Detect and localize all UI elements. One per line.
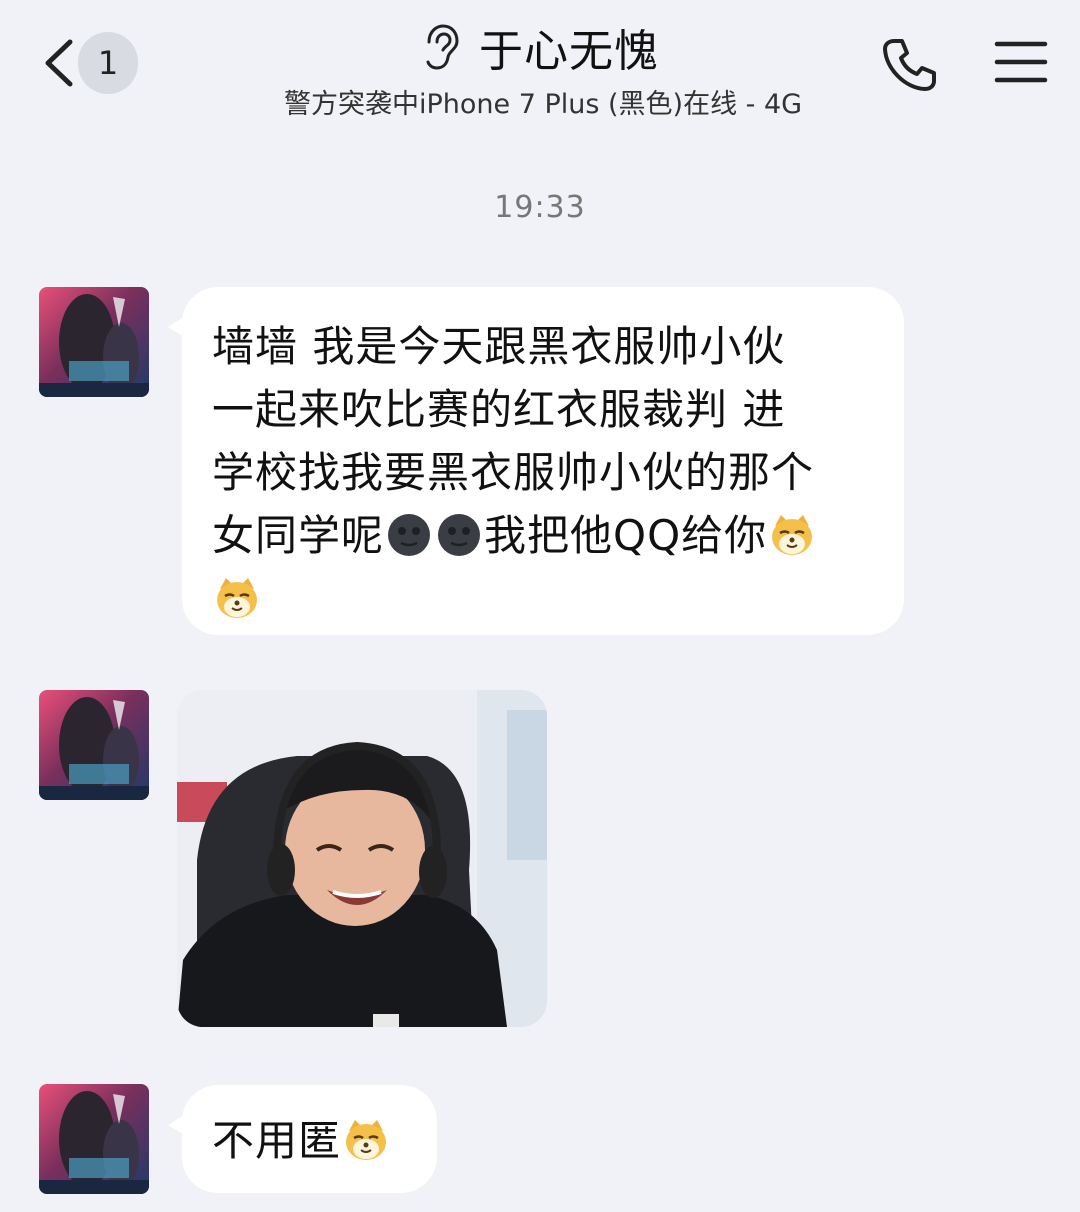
new-moon-face-emoji: [438, 514, 481, 556]
back-button[interactable]: 1: [34, 32, 144, 96]
message-text: 墙墙 我是今天跟黑衣服帅小伙 一起来吹比赛的红衣服裁判 进 学校找我要黑衣服帅小…: [212, 315, 882, 630]
chat-online-status: 警方突袭中iPhone 7 Plus (黑色)在线 - 4G: [284, 89, 803, 120]
chat-title-area[interactable]: 于心无愧 警方突袭中iPhone 7 Plus (黑色)在线 - 4G: [230, 14, 850, 121]
bubble-tail: [168, 317, 184, 337]
bubble-tail: [168, 1115, 184, 1135]
message-bubble[interactable]: 不用匿: [168, 1085, 437, 1193]
sender-avatar[interactable]: [39, 690, 149, 800]
call-button[interactable]: [880, 36, 938, 94]
sender-avatar[interactable]: [39, 1084, 149, 1194]
message-bubble[interactable]: 墙墙 我是今天跟黑衣服帅小伙 一起来吹比赛的红衣服裁判 进 学校找我要黑衣服帅小…: [168, 287, 904, 635]
menu-button[interactable]: [994, 40, 1048, 84]
unread-count-badge: 1: [78, 32, 138, 94]
message-text: 不用匿: [212, 1109, 391, 1172]
hamburger-menu-icon: [994, 41, 1048, 83]
phone-icon: [883, 39, 936, 91]
chat-header: 1 于心无愧 警方突袭中iPhone 7 Plus (黑色)在线 - 4G: [0, 0, 1080, 130]
photo-message[interactable]: [177, 690, 547, 1027]
smirking-dog-emoji: [346, 1120, 387, 1160]
smirking-dog-emoji: [772, 515, 813, 555]
chat-title: 于心无愧: [479, 26, 659, 77]
ear-icon: [426, 24, 459, 70]
chevron-left-icon: [45, 39, 73, 87]
message-time-divider: 19:33: [494, 190, 586, 225]
new-moon-face-emoji: [388, 514, 431, 556]
sender-avatar[interactable]: [39, 287, 149, 397]
smirking-dog-emoji: [217, 578, 257, 618]
